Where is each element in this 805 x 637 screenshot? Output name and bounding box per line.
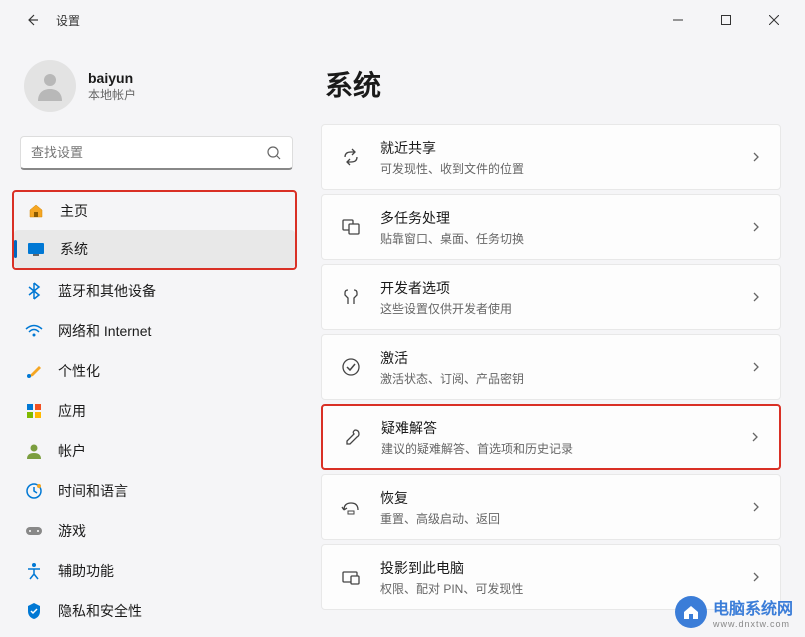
watermark: 电脑系统网 www.dnxtw.com xyxy=(675,595,793,629)
setting-desc: 建议的疑难解答、首选项和历史记录 xyxy=(381,440,731,457)
setting-desc: 这些设置仅供开发者使用 xyxy=(380,300,732,317)
sidebar-item-label: 时间和语言 xyxy=(58,481,128,501)
chevron-right-icon xyxy=(750,151,762,163)
search-box[interactable] xyxy=(20,136,293,170)
sidebar-item-accounts[interactable]: 帐户 xyxy=(12,432,297,470)
setting-title: 开发者选项 xyxy=(380,278,732,298)
chevron-right-icon xyxy=(750,501,762,513)
setting-desc: 重置、高级启动、返回 xyxy=(380,510,732,527)
chevron-right-icon xyxy=(750,361,762,373)
sidebar-item-apps[interactable]: 应用 xyxy=(12,392,297,430)
home-icon xyxy=(26,201,46,221)
sidebar-item-home[interactable]: 主页 xyxy=(14,192,295,230)
time-icon xyxy=(24,481,44,501)
watermark-logo-icon xyxy=(675,596,707,628)
avatar xyxy=(24,60,76,112)
bluetooth-icon xyxy=(24,281,44,301)
gaming-icon xyxy=(24,521,44,541)
setting-desc: 激活状态、订阅、产品密钥 xyxy=(380,370,732,387)
sidebar-item-label: 网络和 Internet xyxy=(58,321,151,341)
activation-icon xyxy=(340,356,362,378)
sidebar-item-gaming[interactable]: 游戏 xyxy=(12,512,297,550)
watermark-url: www.dnxtw.com xyxy=(713,619,793,629)
sidebar-item-label: 游戏 xyxy=(58,521,86,541)
person-icon xyxy=(32,68,68,104)
search-input[interactable] xyxy=(31,145,266,160)
sidebar-item-label: 蓝牙和其他设备 xyxy=(58,281,156,301)
multitask-icon xyxy=(340,216,362,238)
brush-icon xyxy=(24,361,44,381)
titlebar: 设置 xyxy=(0,0,805,40)
search-icon xyxy=(266,145,282,161)
settings-item-activation[interactable]: 激活 激活状态、订阅、产品密钥 xyxy=(321,334,781,400)
sidebar-item-time[interactable]: 时间和语言 xyxy=(12,472,297,510)
developer-icon xyxy=(340,286,362,308)
sidebar-item-personalization[interactable]: 个性化 xyxy=(12,352,297,390)
sidebar-item-label: 帐户 xyxy=(58,441,86,461)
main-content: 系统 就近共享 可发现性、收到文件的位置 多任务处理 贴靠窗口、桌面、任务切换 … xyxy=(305,40,805,637)
chevron-right-icon xyxy=(750,291,762,303)
sidebar-item-system[interactable]: 系统 xyxy=(14,230,295,268)
system-icon xyxy=(26,239,46,259)
wifi-icon xyxy=(24,321,44,341)
settings-item-multitask[interactable]: 多任务处理 贴靠窗口、桌面、任务切换 xyxy=(321,194,781,260)
setting-title: 恢复 xyxy=(380,488,732,508)
sidebar-item-label: 应用 xyxy=(58,401,86,421)
apps-icon xyxy=(24,401,44,421)
sidebar-item-label: 辅助功能 xyxy=(58,561,114,581)
setting-desc: 贴靠窗口、桌面、任务切换 xyxy=(380,230,732,247)
minimize-icon xyxy=(673,15,683,25)
page-title: 系统 xyxy=(321,40,781,124)
sidebar-item-privacy[interactable]: 隐私和安全性 xyxy=(12,592,297,630)
privacy-icon xyxy=(24,601,44,621)
setting-title: 疑难解答 xyxy=(381,418,731,438)
sidebar-item-label: 隐私和安全性 xyxy=(58,601,142,621)
close-icon xyxy=(769,15,779,25)
back-button[interactable] xyxy=(20,8,44,32)
account-icon xyxy=(24,441,44,461)
nav-list: 主页 系统 蓝牙和其他设备 网络和 Internet 个性化 应用 帐户 时间和… xyxy=(12,190,301,630)
setting-title: 投影到此电脑 xyxy=(380,558,732,578)
chevron-right-icon xyxy=(750,571,762,583)
chevron-right-icon xyxy=(749,431,761,443)
settings-item-troubleshoot[interactable]: 疑难解答 建议的疑难解答、首选项和历史记录 xyxy=(321,404,781,470)
watermark-name: 电脑系统网 xyxy=(713,595,793,619)
settings-item-recovery[interactable]: 恢复 重置、高级启动、返回 xyxy=(321,474,781,540)
sidebar-item-label: 个性化 xyxy=(58,361,100,381)
setting-desc: 可发现性、收到文件的位置 xyxy=(380,160,732,177)
close-button[interactable] xyxy=(751,4,797,36)
sidebar-item-network[interactable]: 网络和 Internet xyxy=(12,312,297,350)
recovery-icon xyxy=(340,496,362,518)
user-section[interactable]: baiyun 本地帐户 xyxy=(12,40,301,136)
minimize-button[interactable] xyxy=(655,4,701,36)
setting-title: 激活 xyxy=(380,348,732,368)
setting-title: 就近共享 xyxy=(380,138,732,158)
sidebar-item-accessibility[interactable]: 辅助功能 xyxy=(12,552,297,590)
sidebar-item-bluetooth[interactable]: 蓝牙和其他设备 xyxy=(12,272,297,310)
account-type: 本地帐户 xyxy=(88,86,136,103)
maximize-icon xyxy=(721,15,731,25)
sidebar: baiyun 本地帐户 主页 系统 蓝牙和其他设备 网络和 Internet 个… xyxy=(0,40,305,637)
setting-desc: 权限、配对 PIN、可发现性 xyxy=(380,580,732,597)
sidebar-item-label: 系统 xyxy=(60,239,88,259)
username: baiyun xyxy=(88,70,136,86)
troubleshoot-icon xyxy=(341,426,363,448)
share-icon xyxy=(340,146,362,168)
settings-item-nearby[interactable]: 就近共享 可发现性、收到文件的位置 xyxy=(321,124,781,190)
app-title: 设置 xyxy=(56,12,80,29)
chevron-right-icon xyxy=(750,221,762,233)
accessibility-icon xyxy=(24,561,44,581)
settings-list: 就近共享 可发现性、收到文件的位置 多任务处理 贴靠窗口、桌面、任务切换 开发者… xyxy=(321,124,781,610)
sidebar-item-label: 主页 xyxy=(60,201,88,221)
settings-item-developer[interactable]: 开发者选项 这些设置仅供开发者使用 xyxy=(321,264,781,330)
arrow-left-icon xyxy=(24,12,40,28)
maximize-button[interactable] xyxy=(703,4,749,36)
projection-icon xyxy=(340,566,362,588)
setting-title: 多任务处理 xyxy=(380,208,732,228)
